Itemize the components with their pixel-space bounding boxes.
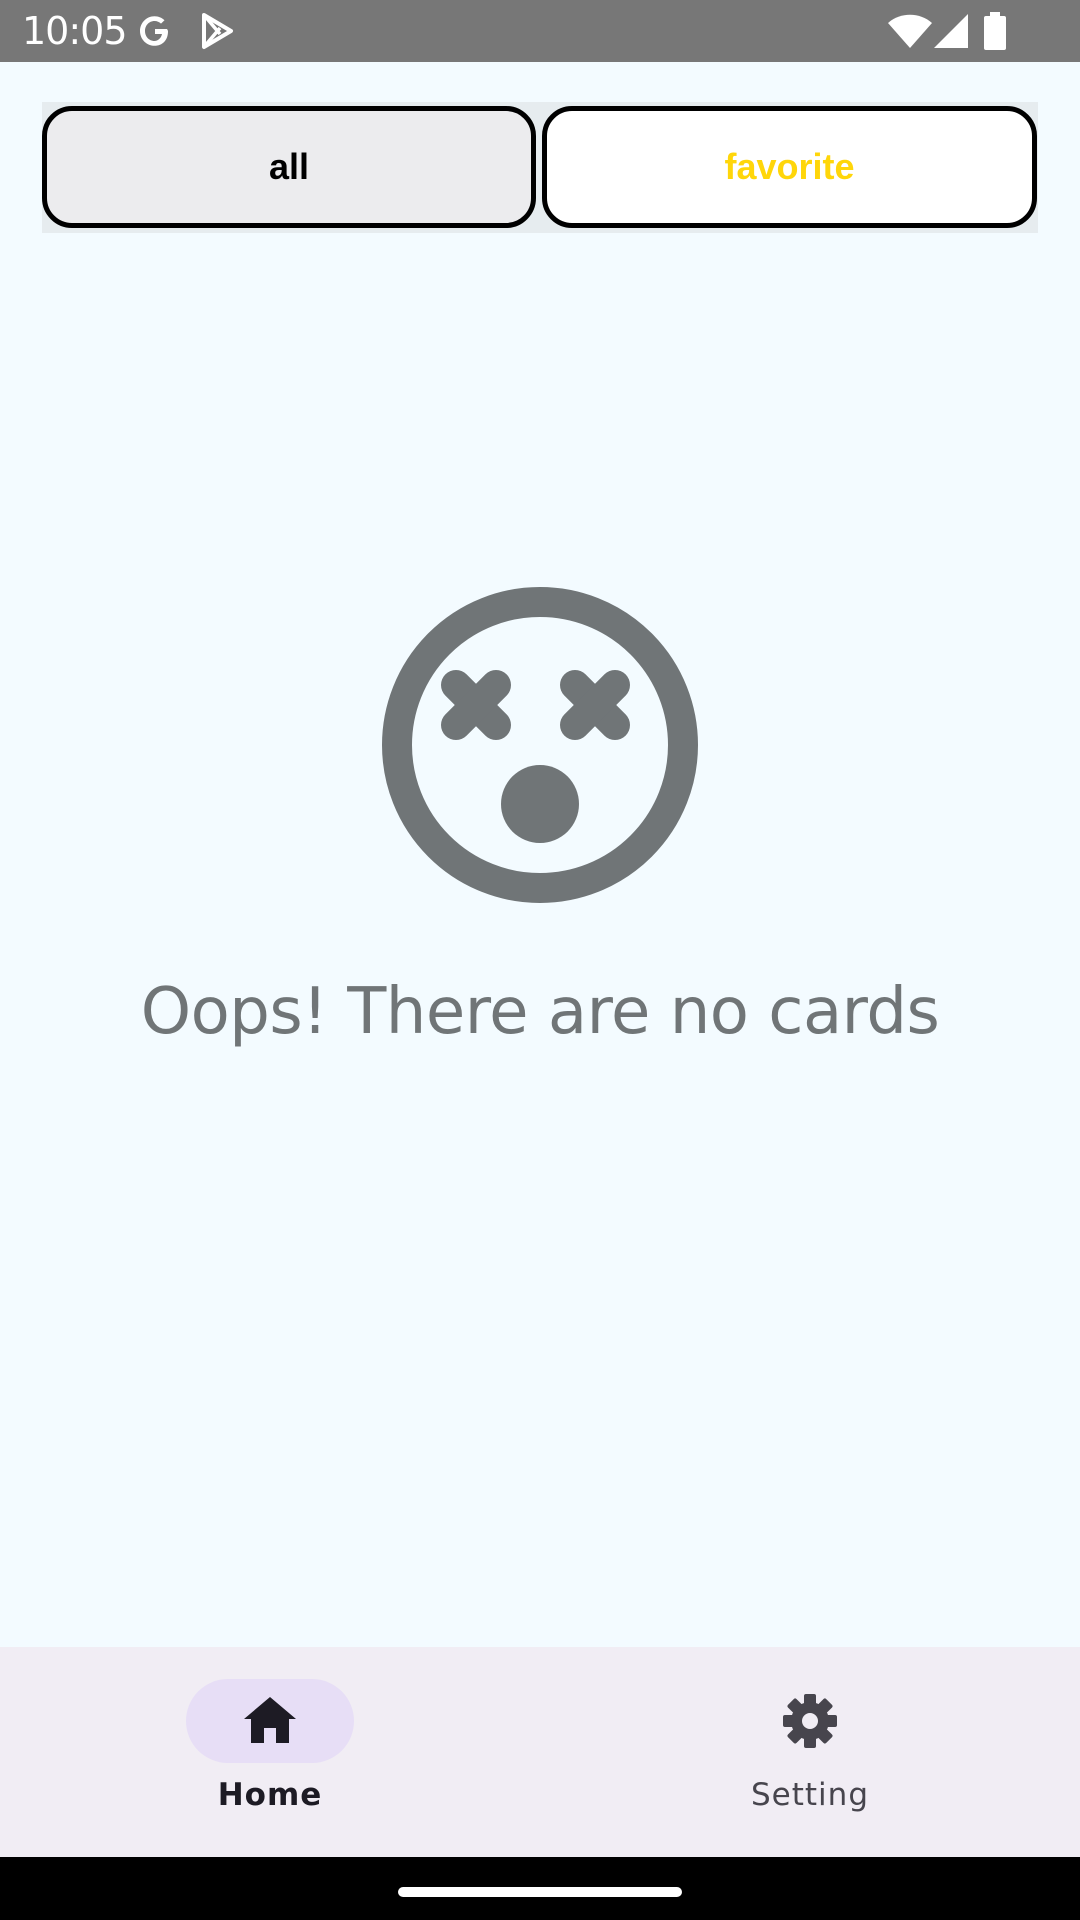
- tab-all-label: all: [268, 146, 310, 187]
- nav-item-home[interactable]: Home: [0, 1647, 540, 1857]
- home-icon: [244, 1697, 296, 1743]
- gear-icon: [783, 1694, 837, 1748]
- status-time: 10:05: [22, 9, 128, 53]
- wifi-icon: [888, 14, 932, 48]
- empty-message: Oops! There are no cards: [140, 975, 940, 1049]
- status-bar: 10:05: [0, 0, 1080, 62]
- tab-favorite-label: favorite: [724, 146, 855, 187]
- battery-icon: [984, 12, 1006, 50]
- tab-all[interactable]: all: [42, 106, 536, 228]
- nav-item-setting[interactable]: Setting: [540, 1647, 1080, 1857]
- nav-label-home: Home: [217, 1777, 323, 1813]
- dizzy-face-icon: [382, 587, 698, 903]
- cell-signal-icon: [934, 14, 968, 48]
- gesture-bar: [0, 1857, 1080, 1920]
- bottom-nav: Home Setting: [0, 1647, 1080, 1857]
- nav-label-setting: Setting: [751, 1777, 869, 1813]
- tab-favorite[interactable]: favorite: [542, 106, 1037, 228]
- google-icon: [140, 16, 168, 46]
- home-gesture-handle[interactable]: [398, 1887, 682, 1897]
- play-store-icon: [202, 13, 233, 49]
